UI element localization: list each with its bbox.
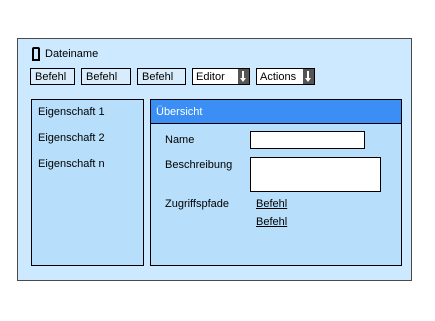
sidebar-item-property-1[interactable]: Eigenschaft 1 (32, 100, 143, 126)
toolbar: Befehl Befehl Befehl Editor Actions (30, 68, 315, 85)
dropdown-arrow-icon[interactable] (238, 69, 249, 84)
sidebar-item-property-2[interactable]: Eigenschaft 2 (32, 126, 143, 152)
sidebar-item-property-n[interactable]: Eigenschaft n (32, 152, 143, 178)
command-link-2[interactable]: Befehl (256, 216, 287, 228)
description-label: Beschreibung (165, 159, 233, 171)
actions-dropdown-label: Actions (260, 70, 297, 83)
dropdown-arrow-icon[interactable] (303, 69, 314, 84)
property-sidebar: Eigenschaft 1 Eigenschaft 2 Eigenschaft … (31, 99, 144, 266)
command-button-3[interactable]: Befehl (137, 68, 186, 85)
title-bar: Dateiname (32, 45, 98, 63)
main-window: Dateiname Befehl Befehl Befehl Editor Ac… (17, 38, 412, 281)
name-input[interactable] (250, 131, 365, 149)
overview-header: Übersicht (151, 100, 401, 124)
editor-dropdown[interactable]: Editor (192, 68, 250, 85)
command-link-1[interactable]: Befehl (256, 198, 287, 210)
actions-dropdown[interactable]: Actions (256, 68, 315, 85)
command-button-2[interactable]: Befehl (81, 68, 131, 85)
editor-dropdown-label: Editor (196, 70, 225, 83)
command-button-1[interactable]: Befehl (30, 68, 75, 85)
description-input[interactable] (250, 157, 381, 192)
overview-panel: Übersicht Name Beschreibung Zugriffspfad… (150, 99, 402, 266)
access-paths-label: Zugriffspfade (165, 198, 230, 210)
window-title: Dateiname (45, 48, 99, 60)
document-icon (32, 47, 40, 61)
name-label: Name (165, 134, 195, 146)
